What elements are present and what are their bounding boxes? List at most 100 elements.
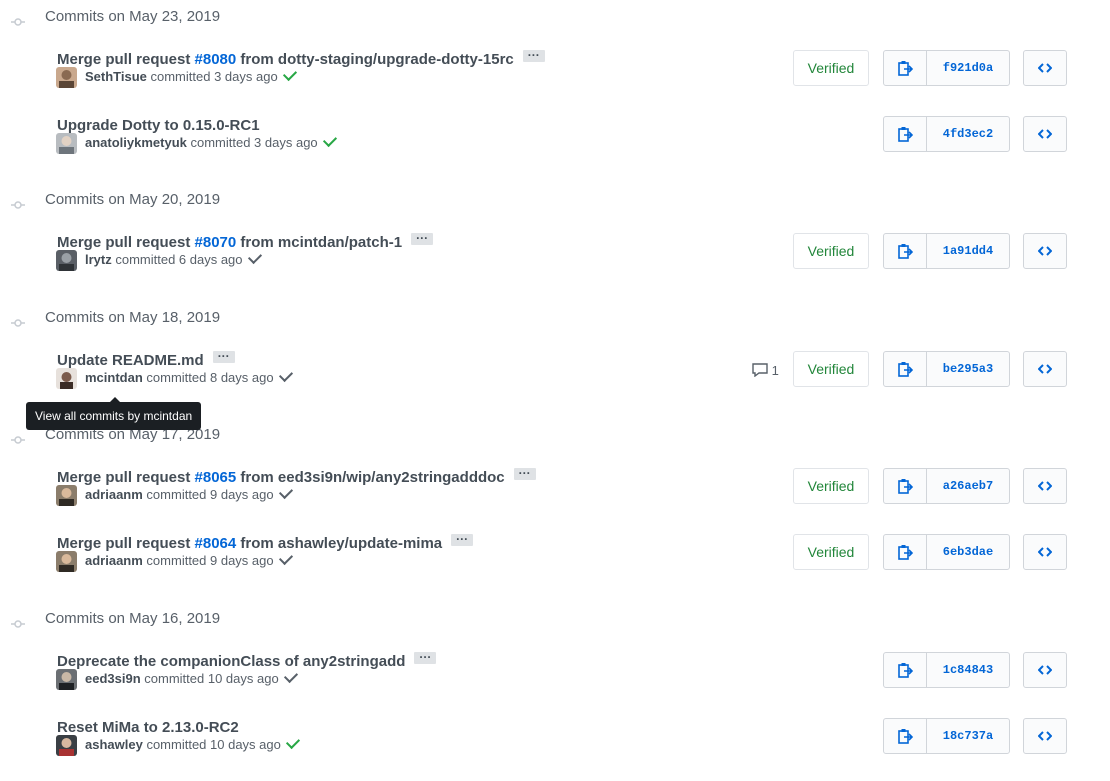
avatar[interactable] [56, 133, 77, 154]
commit-message[interactable]: Deprecate the companionClass of any2stri… [57, 647, 437, 672]
pull-request-link[interactable]: #8064 [195, 535, 237, 552]
avatar[interactable] [56, 735, 77, 756]
status-check-icon[interactable] [278, 484, 293, 500]
verified-badge[interactable]: Verified [793, 351, 869, 387]
code-icon [1038, 731, 1052, 741]
code-icon [1038, 364, 1052, 374]
author-link[interactable]: SethTisue [85, 69, 147, 84]
commit-sha-link[interactable]: f921d0a [927, 51, 1009, 85]
code-icon [1038, 63, 1052, 73]
commit-row: Merge pull request #8080 from dotty-stag… [0, 45, 1110, 106]
sha-button-group: 18c737a [883, 718, 1010, 754]
status-check-icon[interactable] [278, 550, 293, 566]
comment-icon [752, 363, 768, 378]
expand-message-button[interactable] [212, 346, 235, 366]
author-link[interactable]: ashawley [85, 737, 143, 752]
copy-sha-button[interactable] [884, 469, 927, 503]
expand-message-button[interactable] [513, 463, 536, 483]
commit-message[interactable]: Update README.md [57, 346, 235, 371]
expand-message-button[interactable] [451, 529, 474, 549]
verified-badge[interactable]: Verified [793, 534, 869, 570]
commit-sha-link[interactable]: 1a91dd4 [927, 234, 1009, 268]
author-link[interactable]: lrytz [85, 252, 112, 267]
expand-message-button[interactable] [414, 647, 437, 667]
expand-message-button[interactable] [522, 45, 545, 65]
browse-files-button[interactable] [1023, 233, 1067, 269]
browse-files-button[interactable] [1023, 652, 1067, 688]
author-link[interactable]: eed3si9n [85, 671, 141, 686]
avatar[interactable] [56, 250, 77, 271]
author-tooltip: View all commits by mcintdan [26, 397, 202, 430]
pull-request-link[interactable]: #8070 [195, 234, 237, 251]
commit-row: Upgrade Dotty to 0.15.0-RC1 anatoliykmet… [0, 116, 1110, 172]
status-check-icon[interactable] [285, 734, 300, 750]
copy-sha-button[interactable] [884, 535, 927, 569]
sha-button-group: 6eb3dae [883, 534, 1010, 570]
verified-badge[interactable]: Verified [793, 468, 869, 504]
git-commit-icon [11, 14, 25, 26]
commit-message[interactable]: Merge pull request #8080 from dotty-stag… [57, 45, 545, 70]
commit-row: Reset MiMa to 2.13.0-RC2 ashawley commit… [0, 718, 1110, 774]
clipboard-icon [898, 479, 913, 494]
expand-message-button[interactable] [411, 228, 434, 248]
author-link[interactable]: adriaanm [85, 487, 143, 502]
commit-sha-link[interactable]: a26aeb7 [927, 469, 1009, 503]
commit-message[interactable]: Merge pull request #8070 from mcintdan/p… [57, 228, 434, 253]
clipboard-icon [898, 244, 913, 259]
clipboard-icon [898, 61, 913, 76]
commit-row: Deprecate the companionClass of any2stri… [0, 647, 1110, 708]
author-link[interactable]: mcintdan [85, 370, 143, 385]
commit-message[interactable]: Reset MiMa to 2.13.0-RC2 [57, 718, 239, 738]
commit-message[interactable]: Upgrade Dotty to 0.15.0-RC1 [57, 116, 260, 136]
browse-files-button[interactable] [1023, 468, 1067, 504]
commit-sha-link[interactable]: 1c84843 [927, 653, 1009, 687]
commit-meta: adriaanm committed 9 days ago [85, 484, 293, 503]
author-link[interactable]: adriaanm [85, 553, 143, 568]
browse-files-button[interactable] [1023, 50, 1067, 86]
clipboard-icon [898, 729, 913, 744]
commit-sha-link[interactable]: 18c737a [927, 719, 1009, 753]
comment-count-link[interactable]: 1 [752, 363, 779, 378]
browse-files-button[interactable] [1023, 534, 1067, 570]
sha-button-group: a26aeb7 [883, 468, 1010, 504]
copy-sha-button[interactable] [884, 653, 927, 687]
git-commit-icon [11, 616, 25, 628]
sha-button-group: 1c84843 [883, 652, 1010, 688]
copy-sha-button[interactable] [884, 117, 927, 151]
commit-message[interactable]: Merge pull request #8064 from ashawley/u… [57, 529, 474, 554]
avatar[interactable] [56, 485, 77, 506]
code-icon [1038, 129, 1052, 139]
git-commit-icon [11, 197, 25, 209]
commit-sha-link[interactable]: be295a3 [927, 352, 1009, 386]
git-commit-icon [11, 432, 25, 444]
browse-files-button[interactable] [1023, 116, 1067, 152]
status-check-icon[interactable] [278, 367, 293, 383]
commit-meta: mcintdan committed 8 days ago [85, 367, 293, 386]
browse-files-button[interactable] [1023, 718, 1067, 754]
commit-row: Merge pull request #8064 from ashawley/u… [0, 529, 1110, 590]
browse-files-button[interactable] [1023, 351, 1067, 387]
status-check-icon[interactable] [247, 249, 262, 265]
avatar[interactable] [56, 67, 77, 88]
status-check-icon[interactable] [322, 132, 337, 148]
commit-meta: adriaanm committed 9 days ago [85, 550, 293, 569]
status-check-icon[interactable] [282, 66, 297, 82]
commit-sha-link[interactable]: 4fd3ec2 [927, 117, 1009, 151]
avatar[interactable] [56, 551, 77, 572]
copy-sha-button[interactable] [884, 352, 927, 386]
status-check-icon[interactable] [283, 668, 298, 684]
pull-request-link[interactable]: #8065 [195, 469, 237, 486]
commit-sha-link[interactable]: 6eb3dae [927, 535, 1009, 569]
commit-row: Update README.md mcintdan committed 8 da… [0, 346, 1110, 407]
avatar[interactable] [56, 368, 77, 389]
copy-sha-button[interactable] [884, 234, 927, 268]
pull-request-link[interactable]: #8080 [195, 51, 237, 68]
sha-button-group: be295a3 [883, 351, 1010, 387]
copy-sha-button[interactable] [884, 719, 927, 753]
verified-badge[interactable]: Verified [793, 50, 869, 86]
verified-badge[interactable]: Verified [793, 233, 869, 269]
author-link[interactable]: anatoliykmetyuk [85, 135, 187, 150]
copy-sha-button[interactable] [884, 51, 927, 85]
avatar[interactable] [56, 669, 77, 690]
commit-message[interactable]: Merge pull request #8065 from eed3si9n/w… [57, 463, 536, 488]
